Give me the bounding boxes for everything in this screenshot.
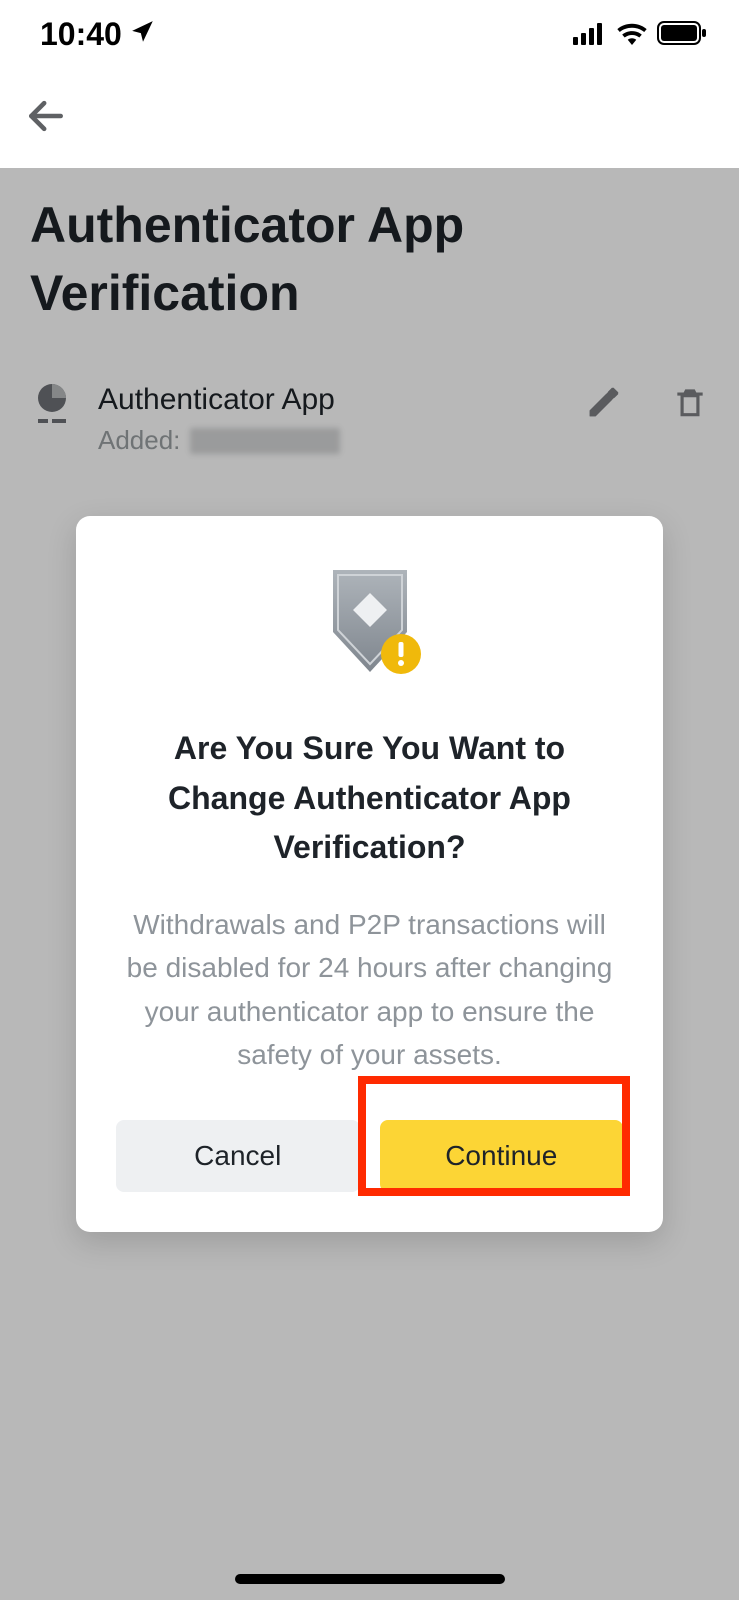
nav-bar: [0, 68, 739, 168]
location-icon: [130, 16, 156, 53]
cancel-button[interactable]: Cancel: [116, 1120, 360, 1192]
continue-button[interactable]: Continue: [380, 1120, 624, 1192]
modal-body: Withdrawals and P2P transactions will be…: [116, 903, 623, 1077]
modal-buttons: Cancel Continue: [116, 1120, 623, 1192]
confirm-modal: Are You Sure You Want to Change Authenti…: [76, 516, 663, 1232]
status-time: 10:40: [40, 16, 122, 53]
home-indicator: [235, 1574, 505, 1584]
cellular-icon: [573, 16, 607, 53]
shield-warning-icon: [116, 564, 623, 684]
modal-title: Are You Sure You Want to Change Authenti…: [116, 724, 623, 873]
status-bar: 10:40: [0, 0, 739, 68]
back-icon[interactable]: [24, 94, 68, 143]
wifi-icon: [617, 16, 647, 53]
battery-icon: [657, 16, 707, 53]
